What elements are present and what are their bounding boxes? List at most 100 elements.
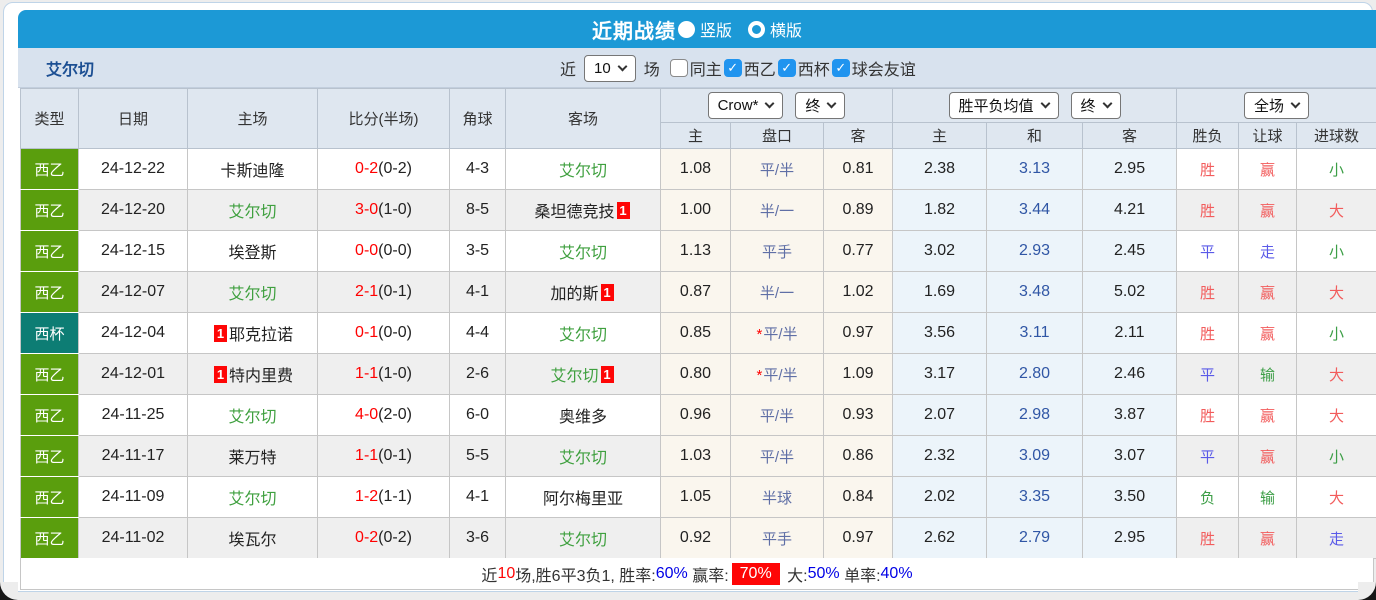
chevron-down-icon — [826, 98, 837, 109]
match-date: 24-11-09 — [78, 476, 188, 518]
chevron-down-icon — [1102, 98, 1112, 109]
result-wdl-cell: 负 — [1176, 476, 1240, 518]
odds-away-cell: 0.97 — [822, 517, 894, 559]
home-team-cell: 艾尔切 — [187, 189, 318, 231]
score-cell: 0-1(0-0) — [317, 312, 450, 354]
handicap-cell: 平手 — [730, 517, 824, 559]
bookmaker-select[interactable]: Crow* — [707, 92, 784, 119]
home-team-name: 艾尔切 — [228, 204, 277, 221]
avg-draw-cell: 2.79 — [986, 517, 1084, 559]
page-title: 近期战绩 — [591, 20, 676, 43]
halftime-score: (1-0) — [378, 201, 412, 218]
match-date: 24-11-25 — [78, 394, 188, 436]
summary-text: 近 — [481, 567, 498, 585]
match-type-cell: 西乙 — [20, 517, 79, 559]
avg-home-cell: 2.07 — [892, 394, 988, 436]
corners-cell: 3-5 — [449, 230, 506, 272]
handicap-value: 半/一 — [759, 202, 795, 220]
star-icon: * — [756, 366, 763, 384]
window-corner — [0, 582, 18, 600]
avg-home-cell: 3.56 — [892, 312, 988, 354]
score-cell: 0-2(0-2) — [317, 517, 450, 559]
chevron-down-icon — [1290, 98, 1301, 109]
result-goals-cell: 小 — [1296, 148, 1376, 190]
odds-home-cell: 1.13 — [660, 230, 731, 272]
table-row: 西乙 24-12-01 1 特内里费 1-1(1-0) 2-6 艾尔切 1 0.80… — [20, 353, 1376, 395]
table-row: 西杯 24-12-04 1 耶克拉诺 0-1(0-0) 4-4 艾尔切 0.85 … — [20, 312, 1376, 354]
sub-header-let: 让球 — [1238, 122, 1298, 149]
sub-header-goals: 进球数 — [1296, 122, 1376, 149]
odds-away-cell: 0.97 — [822, 312, 894, 354]
avg-draw-cell: 3.48 — [986, 271, 1084, 313]
halftime-score: (0-1) — [378, 447, 412, 464]
away-team-cell: 艾尔切 — [505, 517, 661, 559]
league-label: 西乙 — [743, 62, 776, 79]
league-checkbox[interactable] — [723, 59, 742, 77]
odds-period-select[interactable]: 终 — [795, 92, 846, 119]
away-team-cell: 桑坦德竞技 1 — [505, 189, 661, 231]
away-team-name: 艾尔切 — [558, 245, 607, 262]
table-row: 西乙 24-11-17 莱万特 1-1(0-1) 5-5 艾尔切 1.03 平/… — [20, 435, 1376, 477]
match-type-cell: 西乙 — [20, 230, 79, 272]
results-table: 类型 日期 主场 比分(半场) 角球 客场 Crow* 终 胜平负均值 终 全场… — [20, 88, 1376, 559]
result-wdl-cell: 胜 — [1176, 517, 1240, 559]
odds-home-cell: 0.92 — [660, 517, 731, 559]
result-handicap-cell: 赢 — [1238, 435, 1298, 477]
handicap-value: 半球 — [761, 489, 792, 507]
home-team-cell: 卡斯迪隆 — [187, 148, 318, 190]
match-date: 24-12-22 — [78, 148, 188, 190]
odds-period-value: 终 — [805, 98, 821, 115]
fulltime-score: 1-1 — [355, 447, 379, 464]
games-count-select[interactable]: 10 — [584, 54, 636, 82]
result-group-header: 全场 — [1176, 88, 1376, 123]
ranking-badge: 1 — [616, 202, 630, 219]
handicap-cell: 半球 — [730, 476, 824, 518]
away-team-cell: 奥维多 — [505, 394, 661, 436]
avg-draw-cell: 3.44 — [986, 189, 1084, 231]
sub-header-avg-draw: 和 — [986, 122, 1084, 149]
avg-period-value: 终 — [1080, 98, 1096, 115]
avg-period-select[interactable]: 终 — [1070, 92, 1121, 119]
result-handicap-cell: 赢 — [1238, 148, 1298, 190]
score-cell: 4-0(2-0) — [317, 394, 450, 436]
ranking-badge: 1 — [600, 284, 614, 301]
chevron-down-icon — [617, 61, 628, 71]
near-label: 近 — [560, 62, 577, 79]
handicap-cell: 半/一 — [730, 271, 824, 313]
horizontal-layout-radio[interactable] — [748, 20, 765, 38]
result-goals-cell: 小 — [1296, 312, 1376, 354]
odds-home-cell: 0.96 — [660, 394, 731, 436]
avg-away-cell: 4.21 — [1082, 189, 1178, 231]
handicap-rate-label: 赢率: — [687, 567, 729, 585]
fulltime-score: 1-2 — [355, 488, 379, 505]
avg-away-cell: 3.07 — [1082, 435, 1178, 477]
avg-away-cell: 2.45 — [1082, 230, 1178, 272]
friendly-checkbox[interactable] — [831, 59, 850, 77]
away-team-name: 奥维多 — [558, 409, 607, 426]
cup-checkbox[interactable] — [777, 59, 796, 77]
away-team-name: 加的斯 — [550, 286, 599, 303]
handicap-cell: *平/半 — [730, 312, 824, 354]
same-home-checkbox[interactable] — [669, 59, 688, 77]
avg-away-cell: 2.46 — [1082, 353, 1178, 395]
fulltime-score: 0-1 — [355, 324, 379, 341]
result-handicap-cell: 赢 — [1238, 312, 1298, 354]
games-suffix-label: 场 — [643, 62, 660, 79]
sub-header-odds-home: 主 — [660, 122, 731, 149]
avg-away-cell: 3.87 — [1082, 394, 1178, 436]
handicap-value: 平/半 — [759, 161, 795, 179]
avg-draw-cell: 3.35 — [986, 476, 1084, 518]
avg-type-select[interactable]: 胜平负均值 — [948, 92, 1059, 119]
odds-home-cell: 1.03 — [660, 435, 731, 477]
away-team-name: 艾尔切 — [558, 450, 607, 467]
over-rate-value: 50% — [807, 564, 840, 582]
fulltime-select[interactable]: 全场 — [1244, 92, 1310, 119]
odds-away-cell: 0.89 — [822, 189, 894, 231]
table-row: 西乙 24-11-25 艾尔切 4-0(2-0) 6-0 奥维多 0.96 平/… — [20, 394, 1376, 436]
vertical-layout-radio[interactable] — [677, 20, 695, 38]
match-type-cell: 西杯 — [20, 312, 79, 354]
horizontal-layout-label: 横版 — [770, 23, 803, 40]
match-type-cell: 西乙 — [20, 148, 79, 190]
title-bar: 近期战绩 竖版 横版 — [18, 10, 1376, 48]
fulltime-score: 1-1 — [355, 365, 379, 382]
